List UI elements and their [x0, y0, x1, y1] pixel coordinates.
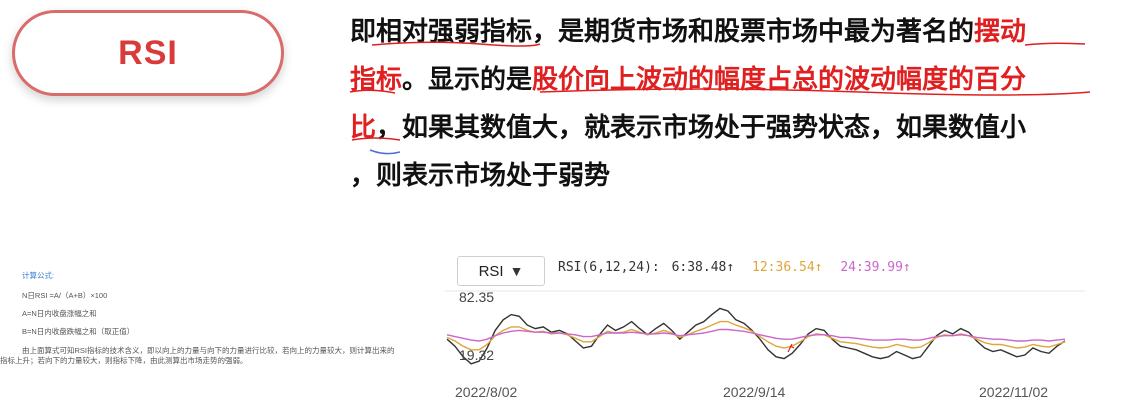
description-segment: 即相对强弱指标，是期货市场和股票市场中最为著名的 — [350, 17, 975, 47]
rsi-line-chart: 82.35 19.32 2022/8/02 2022/9/14 2022/11/02 — [445, 290, 1085, 400]
rsi-title-label: RSI — [118, 33, 178, 72]
dropdown-triangle-icon: ▼ — [509, 263, 524, 279]
indicator-selector-button[interactable]: RSI ▼ — [457, 256, 545, 286]
x-tick-label: 2022/11/02 — [979, 384, 1048, 400]
description-line-2: 指标。显示的是股价向上波动的幅度占总的波动幅度的百分 — [350, 56, 1110, 104]
formula-rsi: N日RSI =A/（A+B）×100 — [22, 291, 108, 300]
legend-params: RSI(6,12,24): — [558, 260, 660, 275]
rsi-description: 即相对强弱指标，是期货市场和股票市场中最为著名的摆动 指标。显示的是股价向上波动… — [350, 8, 1110, 200]
description-segment: ，如果其数值大，就表示市场处于强势状态，如果数值小 — [376, 113, 1027, 143]
description-highlight: 股价向上波动的幅度占总的波动幅度的百分 — [532, 65, 1027, 95]
description-highlight: 比 — [350, 113, 377, 143]
rsi-title-badge: RSI — [12, 10, 284, 96]
description-segment: ，则表示市场处于弱势 — [350, 161, 611, 191]
legend-rsi24: 24:39.99↑ — [840, 260, 911, 275]
description-highlight: 指标 — [350, 65, 403, 95]
y-tick-label: 82.35 — [459, 290, 494, 305]
x-tick-label: 2022/9/14 — [723, 384, 785, 400]
description-line-3: 比，如果其数值大，就表示市场处于强势状态，如果数值小 — [350, 104, 1110, 152]
description-segment: 。显示的是 — [402, 65, 533, 95]
indicator-selector-label: RSI — [478, 262, 504, 280]
rsi-chart-panel: RSI ▼ RSI(6,12,24): 6:38.48↑ 12:36.54↑ 2… — [445, 252, 1085, 402]
description-line-1: 即相对强弱指标，是期货市场和股票市场中最为著名的摆动 — [350, 8, 1110, 56]
formula-explanation: 由上面算式可知RSI指标的技术含义，即以向上的力量与向下的力量进行比较，若向上的… — [0, 346, 395, 365]
description-line-4: ，则表示市场处于弱势 — [350, 152, 1110, 200]
legend-rsi12: 12:36.54↑ — [752, 260, 823, 275]
formula-a-definition: A=N日内收盘涨幅之和 — [22, 309, 97, 318]
formula-b-definition: B=N日内收盘跌幅之和（取正值） — [22, 327, 135, 336]
x-tick-label: 2022/8/02 — [455, 384, 517, 400]
y-tick-label: 19.32 — [459, 347, 494, 363]
description-highlight: 摆动 — [974, 17, 1027, 47]
formula-title: 计算公式: — [22, 271, 55, 280]
rsi-legend: RSI(6,12,24): 6:38.48↑ 12:36.54↑ 24:39.9… — [558, 260, 921, 275]
legend-rsi6: 6:38.48↑ — [671, 260, 735, 275]
